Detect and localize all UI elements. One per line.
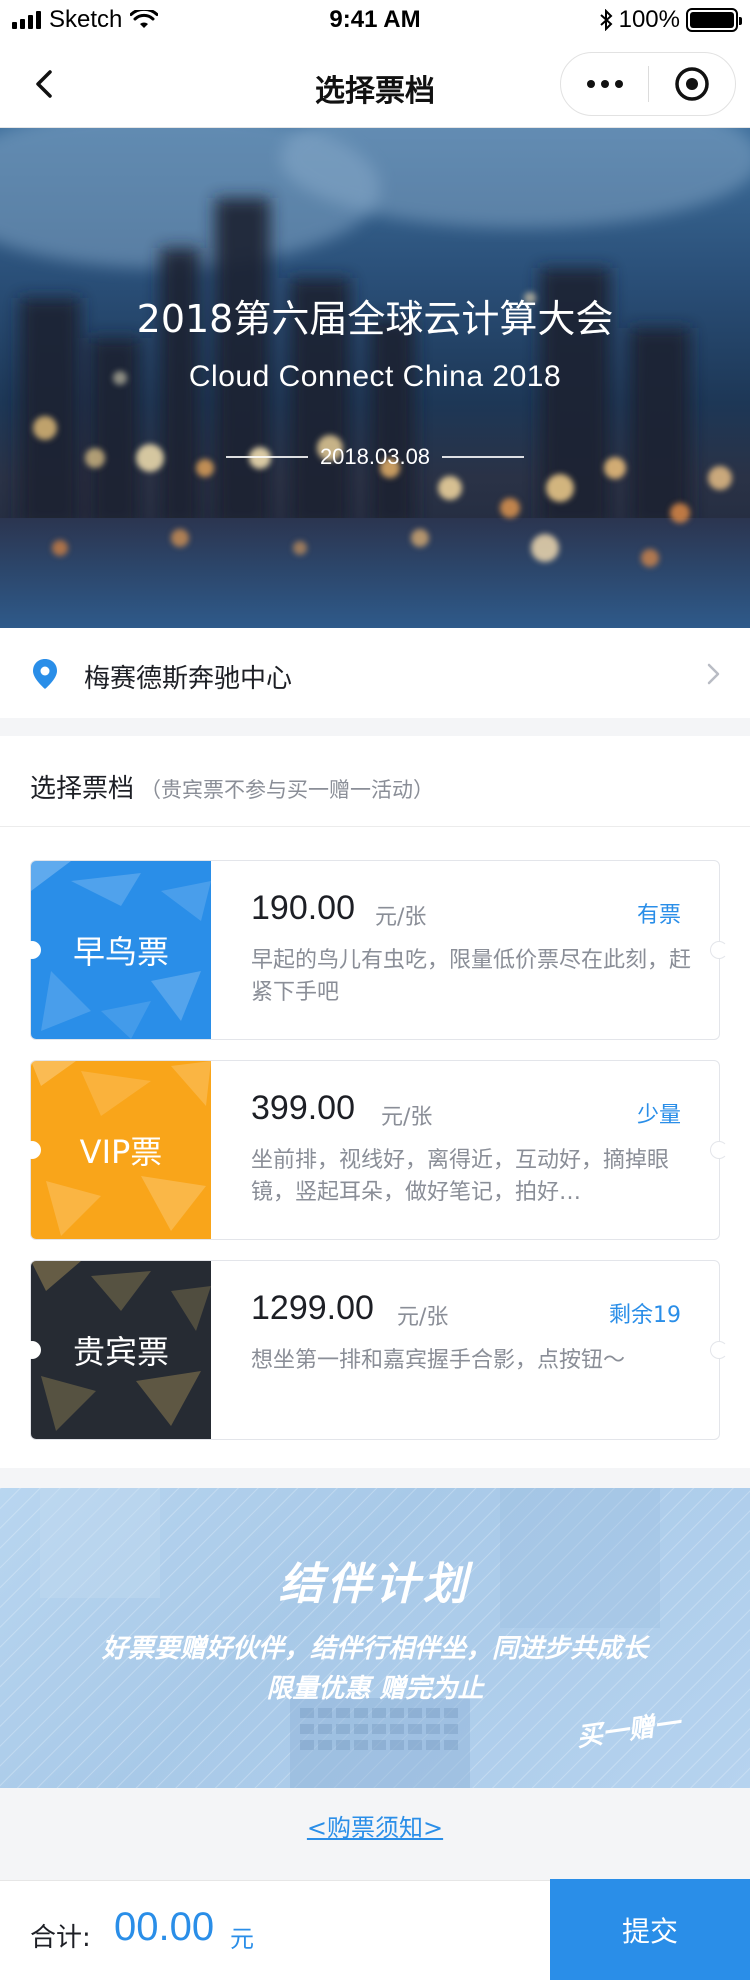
ticket-notch <box>710 1341 728 1359</box>
section-header: 选择票档 （贵宾票不参与买一赠一活动） <box>30 768 434 805</box>
ticket-name: 贵宾票 <box>72 1333 169 1371</box>
date-divider-left <box>225 456 308 458</box>
date-divider-right <box>442 456 525 458</box>
ticket-price: 1299.00 <box>251 1289 374 1327</box>
ticket-notch <box>23 1341 41 1359</box>
ticket-card-premium[interactable]: 贵宾票 1299.00 元/张 剩余19 想坐第一排和嘉宾握手合影，点按钮～ <box>23 1260 728 1440</box>
bluetooth-icon <box>599 9 613 31</box>
purchase-notice: <购票须知> <box>0 1808 750 1843</box>
venue-row[interactable]: 梅赛德斯奔驰中心 <box>0 628 750 718</box>
ticket-notch <box>710 1141 728 1159</box>
ticket-name: VIP票 <box>79 1133 163 1171</box>
ticket-stub: 早鸟票 <box>31 861 211 1039</box>
total-amount: 00.00 <box>114 1905 215 1949</box>
mini-program-capsule <box>560 52 736 116</box>
banner-slogan: 好票要赠好伙伴，结伴行相伴坐，同进步共成长 <box>101 1634 648 1664</box>
ticket-description: 早起的鸟儿有虫吃，限量低价票尽在此刻，赶紧下手吧 <box>251 948 692 1005</box>
ticket-notch <box>710 941 728 959</box>
status-right: 100% <box>599 6 742 34</box>
banner-title: 结伴计划 <box>279 1559 471 1610</box>
close-mini-program-button[interactable] <box>649 53 735 115</box>
ticket-status: 少量 <box>636 1103 681 1128</box>
nav-bar: 选择票档 <box>0 40 750 128</box>
event-date: 2018.03.08 <box>319 444 431 469</box>
ticket-unit: 元/张 <box>381 1105 433 1130</box>
total-unit: 元 <box>230 1925 254 1953</box>
section-note: （贵宾票不参与买一赠一活动） <box>140 778 435 802</box>
event-subtitle: Cloud Connect China 2018 <box>188 360 562 393</box>
banner-limit-text: 限量优惠 赠完为止 <box>266 1674 484 1704</box>
section-divider <box>0 826 750 827</box>
target-icon <box>675 67 709 101</box>
section-title: 选择票档 <box>30 774 135 804</box>
ticket-tier-section: 选择票档 （贵宾票不参与买一赠一活动） 早鸟票 190.00 元/张 有票 早起… <box>0 736 750 1468</box>
status-bar: Sketch 9:41 AM 100% <box>0 0 750 40</box>
ticket-card-vip[interactable]: VIP票 399.00 元/张 少量 坐前排，视线好，离得近，互动好，摘掉眼镜，… <box>23 1060 728 1240</box>
location-pin-icon <box>33 659 57 689</box>
ticket-unit: 元/张 <box>397 1305 449 1330</box>
companion-plan-banner[interactable]: 结伴计划 好票要赠好伙伴，结伴行相伴坐，同进步共成长 限量优惠 赠完为止 买一赠… <box>0 1488 750 1788</box>
ticket-description: 想坐第一排和嘉宾握手合影，点按钮～ <box>251 1348 626 1373</box>
ticket-price: 399.00 <box>251 1089 355 1127</box>
ticket-name: 早鸟票 <box>72 933 169 971</box>
battery-icon <box>686 8 742 32</box>
event-title: 2018第六届全球云计算大会 <box>136 297 614 341</box>
ticket-status: 剩余19 <box>609 1303 681 1328</box>
more-button[interactable] <box>561 53 648 115</box>
event-hero: 2018第六届全球云计算大会 Cloud Connect China 2018 … <box>0 128 750 628</box>
ticket-stub: VIP票 <box>31 1061 211 1239</box>
ticket-stub: 贵宾票 <box>31 1261 211 1439</box>
checkout-bar: 合计: 00.00 元 提交 <box>0 1879 750 1980</box>
ticket-unit: 元/张 <box>375 905 427 930</box>
ticket-card-early-bird[interactable]: 早鸟票 190.00 元/张 有票 早起的鸟儿有虫吃，限量低价票尽在此刻，赶紧下… <box>23 860 728 1040</box>
ticket-notch <box>23 941 41 959</box>
chevron-right-icon <box>707 663 720 685</box>
venue-name: 梅赛德斯奔驰中心 <box>84 664 293 694</box>
purchase-notice-link[interactable]: <购票须知> <box>307 1814 443 1842</box>
ticket-notch <box>23 1141 41 1159</box>
event-date-row: 2018.03.08 <box>0 444 750 470</box>
battery-percent: 100% <box>618 6 680 33</box>
ticket-status: 有票 <box>636 903 681 928</box>
submit-button[interactable]: 提交 <box>550 1879 750 1980</box>
total-label: 合计: <box>30 1923 91 1953</box>
ticket-price: 190.00 <box>251 889 355 927</box>
ticket-description: 坐前排，视线好，离得近，互动好，摘掉眼镜，竖起耳朵，做好笔记，拍好… <box>251 1148 670 1205</box>
